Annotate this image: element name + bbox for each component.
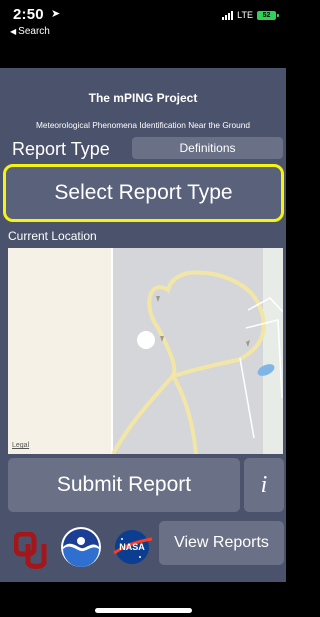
select-report-type-button[interactable]: Select Report Type (3, 164, 284, 222)
back-chevron-icon: ◀ (10, 27, 17, 36)
report-type-label: Report Type (12, 139, 110, 159)
definitions-button[interactable]: Definitions (132, 137, 283, 159)
status-bar: 2:50 ➤ ◀ Search LTE 52 (0, 0, 286, 52)
map-graphic (8, 248, 283, 454)
back-to-search-link[interactable]: ◀ Search (10, 26, 50, 37)
info-button[interactable]: i (244, 458, 284, 512)
nasa-logo-icon[interactable]: NASA (110, 527, 154, 567)
back-search-label: Search (18, 26, 50, 37)
cellular-signal-icon (222, 10, 234, 20)
nasa-logo-text: NASA (119, 542, 145, 552)
battery-icon: 52 (257, 10, 279, 20)
app-subtitle: Meteorological Phenomena Identification … (35, 120, 250, 130)
location-arrow-icon: ➤ (51, 8, 61, 20)
status-indicators: LTE 52 (222, 10, 279, 20)
view-reports-button[interactable]: View Reports (159, 521, 284, 565)
home-indicator[interactable] (95, 608, 192, 613)
app-screen: The mPING Project Meteorological Phenome… (0, 68, 286, 582)
app-title: The mPING Project (88, 91, 198, 105)
submit-report-button[interactable]: Submit Report (8, 458, 240, 512)
noaa-logo-icon[interactable] (60, 526, 102, 568)
network-type: LTE (237, 10, 253, 20)
location-map[interactable]: Legal (8, 248, 283, 454)
status-time: 2:50 (13, 6, 44, 23)
map-legal-link[interactable]: Legal (12, 442, 29, 449)
ou-logo-icon[interactable] (14, 532, 48, 570)
battery-level: 52 (262, 11, 271, 19)
current-location-label: Current Location (8, 229, 97, 243)
